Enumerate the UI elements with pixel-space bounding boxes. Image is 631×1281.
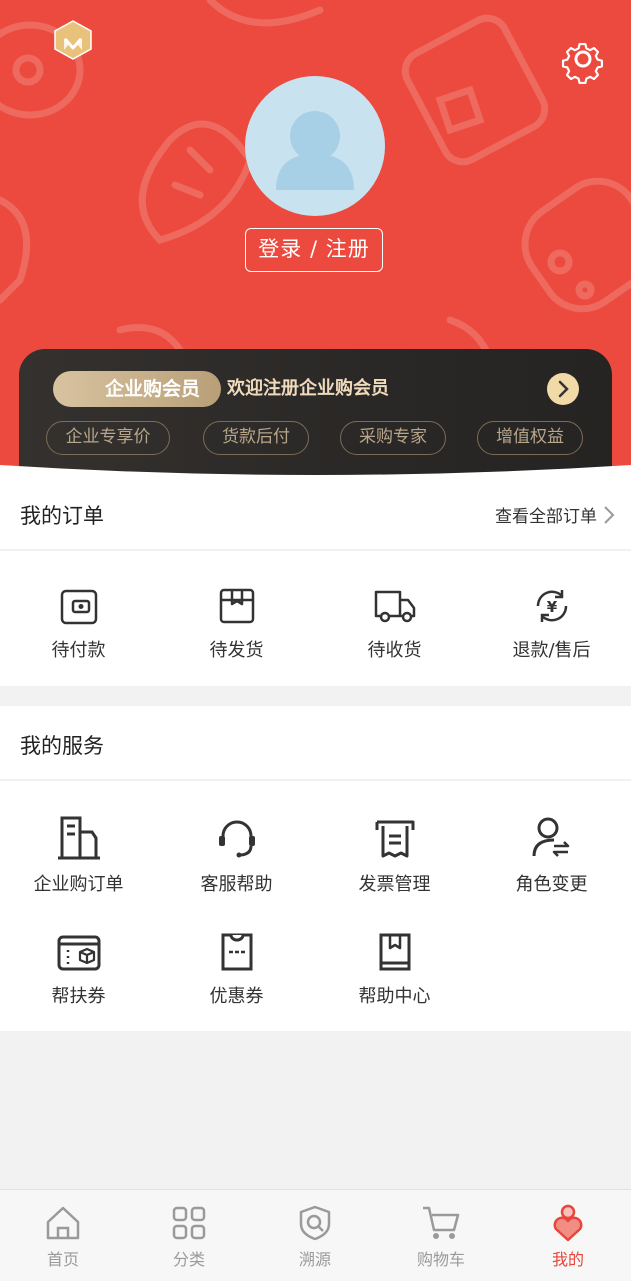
wallet-icon (60, 589, 97, 625)
order-label: 待收货 (367, 640, 422, 661)
building-icon (57, 816, 100, 860)
trace-icon (299, 1205, 331, 1241)
service-label: 优惠券 (209, 986, 264, 1007)
order-pending-receipt[interactable]: 待收货 (316, 586, 473, 662)
aid-voucher-icon (57, 935, 100, 971)
refund-icon: ¥ (536, 590, 567, 622)
profile-icon (553, 1204, 583, 1242)
tab-label: 购物车 (416, 1250, 465, 1269)
services-section: 我的服务 企业购订单 客服帮助 发票管理 角色变更 帮扶券 优惠券 帮助中心 (0, 706, 631, 1031)
settings-button[interactable] (558, 34, 608, 85)
service-customer-help[interactable]: 客服帮助 (158, 816, 315, 896)
truck-icon (374, 590, 415, 623)
divider (0, 549, 631, 551)
login-register-button[interactable]: 登录 / 注册 (245, 228, 383, 272)
profile-header: 登录 / 注册 企业购会员 欢迎注册企业购会员 企业专享价 货款后付 采购专家 … (0, 0, 631, 480)
headset-icon (218, 820, 255, 858)
user-switch-icon (532, 817, 569, 857)
service-role-switch[interactable]: 角色变更 (473, 816, 630, 896)
chevron-right-icon (558, 380, 569, 398)
tab-label: 分类 (172, 1250, 205, 1269)
category-icon (172, 1206, 206, 1240)
svg-text:¥: ¥ (546, 598, 557, 616)
user-silhouette-icon (276, 111, 354, 190)
invoice-icon (375, 820, 414, 858)
service-help-center[interactable]: 帮助中心 (316, 932, 473, 1008)
order-pending-shipment[interactable]: 待发货 (158, 586, 315, 662)
view-all-orders-link[interactable]: 查看全部订单 (495, 502, 615, 527)
service-coupon[interactable]: 优惠券 (158, 932, 315, 1008)
bottom-tab-bar: 首页 分类 溯源 购物车 我的 (0, 1189, 631, 1281)
coupon-icon (221, 933, 252, 971)
avatar[interactable] (245, 76, 385, 216)
order-refund-aftersales[interactable]: ¥ 退款/售后 (473, 586, 630, 662)
tab-home[interactable]: 首页 (0, 1190, 126, 1281)
cart-icon (423, 1206, 460, 1239)
orders-section: 我的订单 查看全部订单 待付款 待发货 待收货 ¥ 退款/售后 (0, 478, 631, 686)
tab-category[interactable]: 分类 (126, 1190, 252, 1281)
order-label: 待发货 (209, 640, 264, 661)
orders-title: 我的订单 (20, 504, 104, 528)
home-icon (46, 1206, 80, 1240)
service-label: 企业购订单 (33, 874, 124, 895)
service-invoice-management[interactable]: 发票管理 (316, 816, 473, 896)
chevron-right-icon (604, 505, 615, 524)
member-crown-icon (54, 20, 92, 60)
tab-label: 我的 (551, 1250, 584, 1269)
service-enterprise-orders[interactable]: 企业购订单 (0, 814, 157, 896)
service-label: 发票管理 (358, 874, 431, 895)
tab-trace[interactable]: 溯源 (252, 1190, 378, 1281)
tab-profile[interactable]: 我的 (505, 1190, 631, 1281)
help-book-icon (379, 933, 410, 971)
order-pending-payment[interactable]: 待付款 (0, 586, 157, 662)
member-badge-label: 企业购会员 (105, 378, 201, 400)
service-label: 帮扶券 (51, 986, 106, 1007)
order-label: 退款/售后 (512, 640, 591, 661)
tab-cart[interactable]: 购物车 (378, 1190, 504, 1281)
divider (0, 779, 631, 781)
service-label: 帮助中心 (358, 986, 431, 1007)
order-label: 待付款 (51, 640, 106, 661)
service-aid-voucher[interactable]: 帮扶券 (0, 932, 157, 1008)
service-label: 角色变更 (515, 874, 588, 895)
member-welcome-text: 欢迎注册企业购会员 (227, 378, 389, 399)
gear-icon (561, 42, 603, 85)
member-arrow-button[interactable] (547, 373, 579, 405)
service-label: 客服帮助 (200, 874, 273, 895)
tab-label: 溯源 (298, 1250, 331, 1269)
services-title: 我的服务 (20, 734, 104, 758)
tab-label: 首页 (46, 1250, 79, 1269)
package-icon (219, 588, 254, 624)
view-all-orders-label: 查看全部订单 (495, 507, 597, 527)
